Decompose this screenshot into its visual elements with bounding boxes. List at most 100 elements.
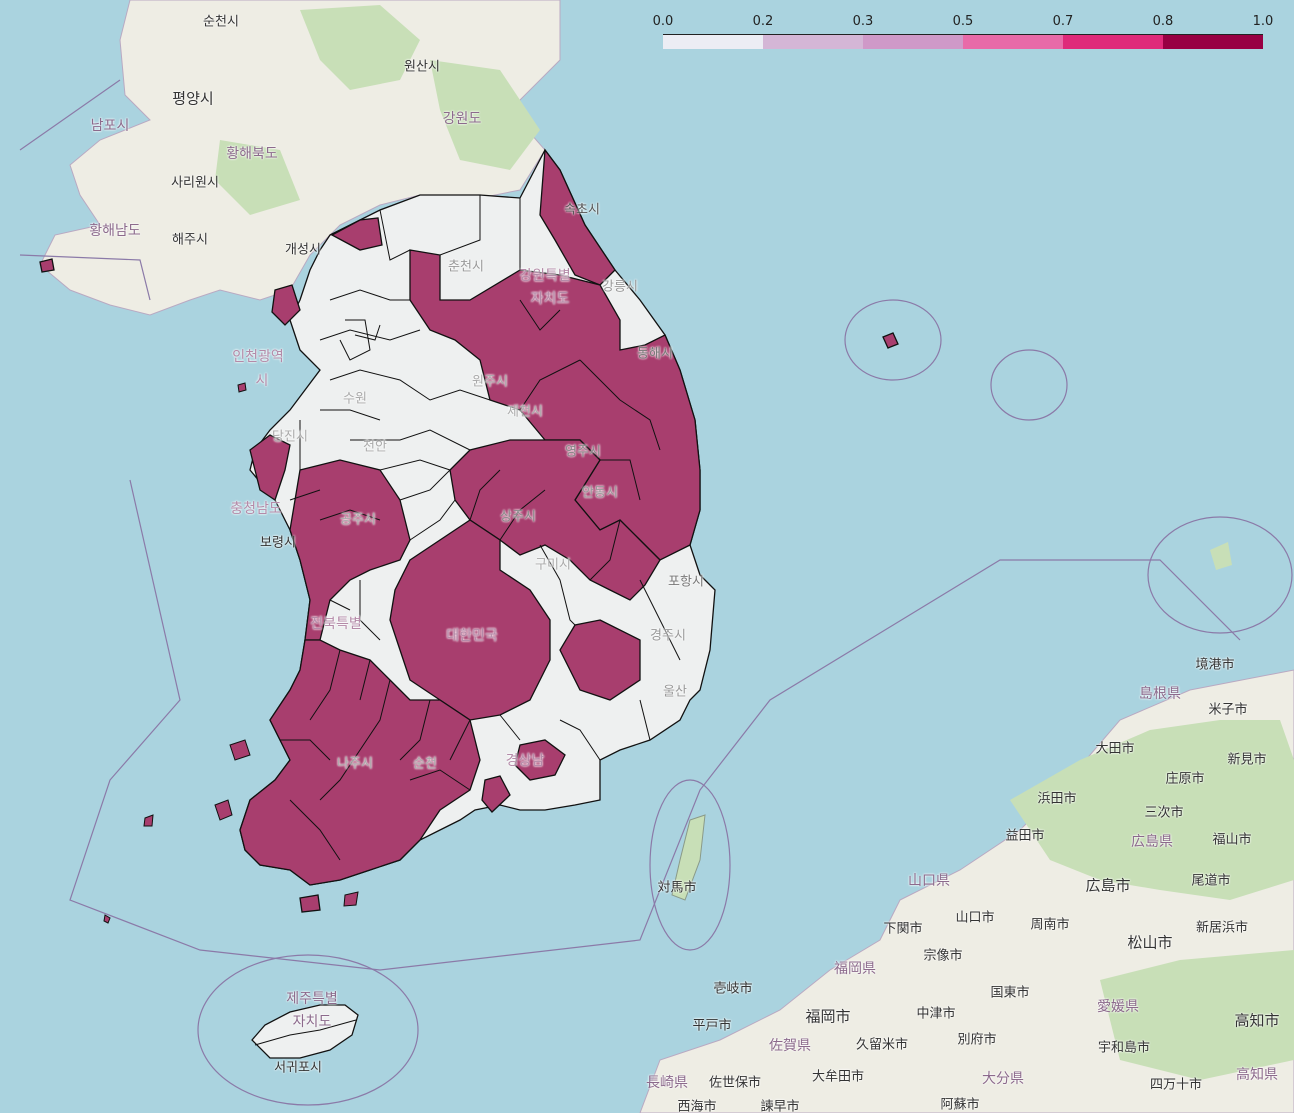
label-hiroshima-pref: 広島県 xyxy=(1131,834,1173,850)
label-kochi-pref: 高知県 xyxy=(1236,1067,1278,1083)
legend-tick: 0.2 xyxy=(752,14,774,29)
label-niimi: 新見市 xyxy=(1227,752,1267,768)
label-jachido: 자치도 xyxy=(530,291,570,307)
label-fukuyama: 福山市 xyxy=(1212,832,1252,848)
label-gangwon-south: 강원특별 xyxy=(519,268,571,284)
legend-tick: 0.5 xyxy=(952,14,974,29)
label-shunan: 周南市 xyxy=(1030,917,1070,933)
label-yamaguchi-pref: 山口県 xyxy=(908,873,950,889)
label-shimonoseki: 下関市 xyxy=(883,921,923,937)
label-jeju-2: 자치도 xyxy=(292,1014,332,1030)
label-gangneung: 강릉시 xyxy=(602,279,638,295)
label-iki: 壱岐市 xyxy=(713,981,753,997)
label-wonju: 원주시 xyxy=(472,374,508,390)
label-sokcho: 속초시 xyxy=(564,202,600,218)
ulleungdo[interactable] xyxy=(882,332,899,349)
label-chuncheon: 춘천시 xyxy=(448,259,484,275)
label-wonsan: 원산시 xyxy=(404,59,440,75)
label-boryeong: 보령시 xyxy=(260,535,296,551)
label-seogwipo: 서귀포시 xyxy=(274,1060,322,1076)
label-jeju-1: 제주특별 xyxy=(286,991,338,1007)
legend-tick: 0.3 xyxy=(852,14,874,29)
label-munakata: 宗像市 xyxy=(923,948,963,964)
label-oita: 大分県 xyxy=(982,1071,1024,1087)
legend-swatch xyxy=(963,35,1063,49)
label-kurume: 久留米市 xyxy=(855,1037,909,1053)
label-incheon-2: 시 xyxy=(255,373,269,389)
label-haeju: 해주시 xyxy=(172,232,208,248)
label-sangju: 상주시 xyxy=(500,509,536,525)
label-gyeongju: 경주시 xyxy=(650,628,686,644)
legend-tick: 0.0 xyxy=(652,14,674,29)
label-andong: 안동시 xyxy=(582,485,618,501)
label-pyongyang: 평양시 xyxy=(172,89,214,108)
legend-tick: 0.7 xyxy=(1052,14,1074,29)
label-dangjin: 당진시 xyxy=(272,429,308,445)
dokdo-boundary xyxy=(990,349,1068,421)
label-beppu: 別府市 xyxy=(957,1032,997,1048)
label-cheonan: 천안 xyxy=(363,439,387,455)
label-isahaya: 諫早市 xyxy=(760,1099,800,1113)
map-canvas[interactable]: 순천시 원산시 평양시 강원도 남포시 황해북도 사리원시 황해남도 해주시 개… xyxy=(0,0,1294,1113)
label-suncheon-south: 순천 xyxy=(413,756,437,772)
label-aso: 阿蘇市 xyxy=(940,1097,980,1113)
label-onomichi: 尾道市 xyxy=(1191,873,1231,889)
label-shobara: 庄原市 xyxy=(1165,771,1205,787)
label-gyeongnam: 경상남 xyxy=(505,753,545,769)
label-niihama: 新居浜市 xyxy=(1195,920,1249,936)
label-hiroshima-city: 広島市 xyxy=(1085,876,1131,895)
oki-boundary xyxy=(1147,516,1293,634)
legend-swatch xyxy=(863,35,963,49)
label-naju: 나주시 xyxy=(337,756,373,772)
label-yeongju: 영주시 xyxy=(565,444,601,460)
island-high[interactable] xyxy=(299,894,321,913)
map-svg xyxy=(19,0,1294,1113)
legend-tick: 0.8 xyxy=(1152,14,1174,29)
label-nakatsu: 中津市 xyxy=(916,1006,956,1022)
label-masuda: 益田市 xyxy=(1005,828,1045,844)
label-suwon: 수원 xyxy=(343,391,367,407)
label-jecheon: 제천시 xyxy=(507,404,543,420)
label-gangwon-north: 강원도 xyxy=(442,111,482,127)
label-saga: 佐賀県 xyxy=(769,1038,811,1054)
label-daito: 大田市 xyxy=(1095,741,1135,757)
color-legend: 0.0 0.2 0.3 0.5 0.7 0.8 1.0 xyxy=(653,14,1273,54)
label-incheon-1: 인천광역 xyxy=(232,349,284,365)
label-tsushima: 対馬市 xyxy=(657,880,697,896)
legend-tick: 1.0 xyxy=(1252,14,1274,29)
label-kaesong: 개성시 xyxy=(285,242,321,258)
label-sariwon: 사리원시 xyxy=(171,175,219,191)
legend-swatch xyxy=(1063,35,1163,49)
label-hwanghae-south: 황해남도 xyxy=(89,223,141,239)
label-sasebo: 佐世保市 xyxy=(708,1075,762,1091)
legend-swatch xyxy=(663,35,763,49)
island-high[interactable] xyxy=(39,258,55,273)
label-donghae: 동해시 xyxy=(637,346,673,362)
label-gumi: 구미시 xyxy=(535,557,571,573)
label-matsuyama: 松山市 xyxy=(1127,933,1173,952)
label-saikai: 西海市 xyxy=(677,1099,717,1113)
legend-swatch xyxy=(1163,35,1263,49)
label-pohang: 포항시 xyxy=(668,574,704,590)
label-ehime: 愛媛県 xyxy=(1097,999,1139,1015)
label-gongju: 공주시 xyxy=(340,512,376,528)
label-shimane: 島根県 xyxy=(1139,686,1181,702)
label-fukuoka-city: 福岡市 xyxy=(805,1007,851,1026)
label-jeonbuk: 전북특별 xyxy=(310,616,362,632)
label-hirado: 平戸市 xyxy=(692,1018,732,1034)
label-uwajima: 宇和島市 xyxy=(1097,1040,1151,1056)
label-shimanto: 四万十市 xyxy=(1149,1077,1203,1093)
label-hwanghae-north: 황해북도 xyxy=(226,146,278,162)
legend-color-bar xyxy=(663,34,1263,49)
label-suncheon: 순천시 xyxy=(203,14,239,30)
label-yamaguchi-city: 山口市 xyxy=(955,910,995,926)
label-miyoshi: 三次市 xyxy=(1144,805,1184,821)
label-kunisaki: 国東市 xyxy=(990,985,1030,1001)
label-fukuoka-pref: 福岡県 xyxy=(834,961,876,977)
label-omuta: 大牟田市 xyxy=(811,1069,865,1085)
label-chungnam: 충청남도 xyxy=(230,501,282,517)
oki-island xyxy=(1210,542,1232,570)
label-hamada: 浜田市 xyxy=(1037,791,1077,807)
label-sakaiminato: 境港市 xyxy=(1195,657,1235,673)
label-ulsan: 울산 xyxy=(663,684,687,700)
